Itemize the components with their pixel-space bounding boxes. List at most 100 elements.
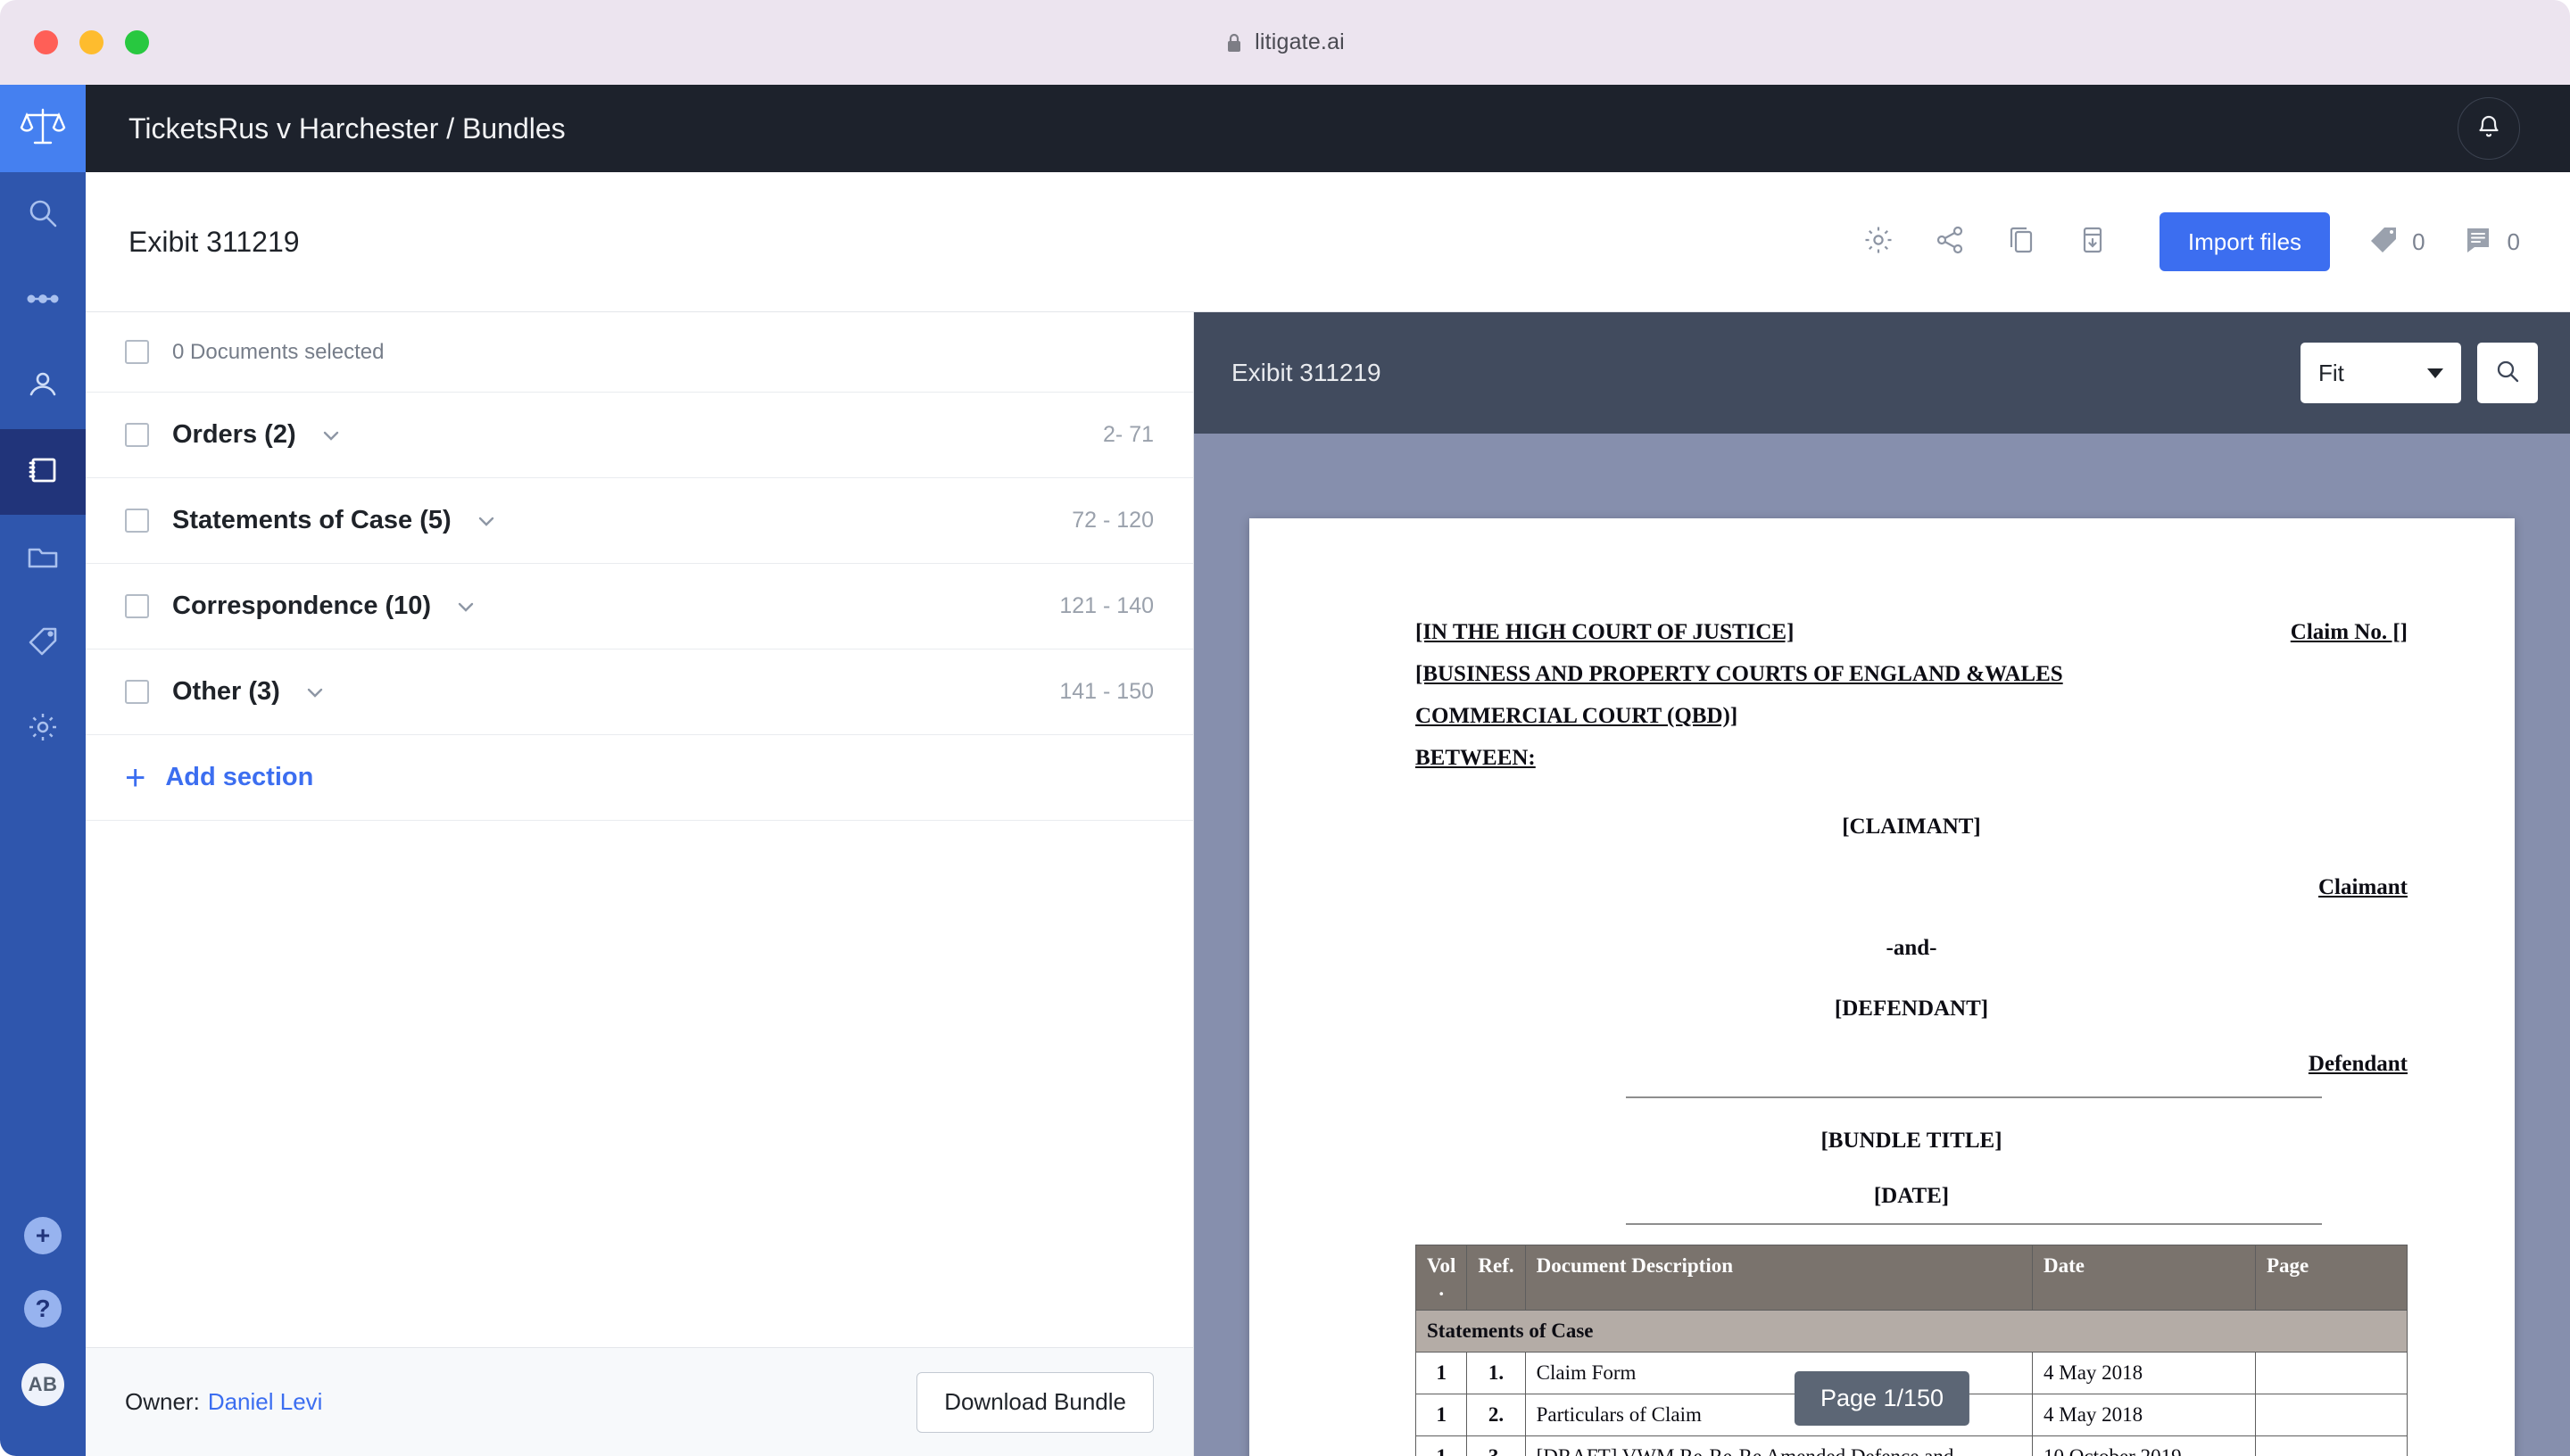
avatar[interactable]: AB xyxy=(21,1363,64,1406)
court-line-2: [BUSINESS AND PROPERTY COURTS OF ENGLAND… xyxy=(1415,662,2063,686)
add-button[interactable]: + xyxy=(24,1217,62,1254)
table-section-row: Statements of Case xyxy=(1415,1310,2408,1353)
search-icon xyxy=(25,195,61,236)
table-row[interactable]: Correspondence (10) 121 - 140 xyxy=(86,564,1193,649)
comment-icon xyxy=(2463,224,2495,261)
claimant-placeholder: [CLAIMANT] xyxy=(1842,815,1981,839)
download-bundle-button[interactable]: Download Bundle xyxy=(916,1371,1154,1433)
column-header-date: Date xyxy=(2032,1245,2256,1311)
bundle-toolbar: Exibit 311219 Import files 0 0 xyxy=(86,172,2570,312)
chevron-down-icon xyxy=(2427,368,2443,378)
archive-download-button[interactable] xyxy=(2076,223,2110,261)
cell-description: [DRAFT] VWM Re-Re-Re Amended Defence and… xyxy=(1524,1435,2034,1456)
question-mark-icon: ? xyxy=(35,1295,51,1322)
cell-date: 4 May 2018 xyxy=(2032,1352,2256,1394)
section-label: Other (3) xyxy=(172,677,280,706)
page-title: Exibit 311219 xyxy=(128,225,300,258)
table-header-row: Vol . Ref. Document Description Date Pag… xyxy=(1414,1245,2408,1311)
select-all-checkbox[interactable] xyxy=(125,340,149,364)
panel-footer: Owner: Daniel Levi Download Bundle xyxy=(86,1347,1193,1456)
selected-count-label: 0 Documents selected xyxy=(172,339,385,364)
bundle-sections-panel: 0 Documents selected Orders (2) 2- 71 St… xyxy=(86,312,1194,1456)
table-row[interactable]: Statements of Case (5) 72 - 120 xyxy=(86,478,1193,564)
tag-counter[interactable]: 0 xyxy=(2367,224,2425,261)
cell-date: 10 October 2019 xyxy=(2032,1435,2256,1456)
add-section-button[interactable]: + Add section xyxy=(86,735,1193,821)
cell-page xyxy=(2255,1394,2408,1436)
viewer-header: Exibit 311219 Fit xyxy=(1194,312,2570,434)
window-controls xyxy=(34,30,149,54)
notebook-icon xyxy=(25,452,61,492)
table-row[interactable]: Other (3) 141 - 150 xyxy=(86,649,1193,735)
notifications-button[interactable] xyxy=(2458,97,2520,160)
section-label: Statements of Case (5) xyxy=(172,506,452,534)
app-logo[interactable] xyxy=(0,85,86,172)
defendant-placeholder: [DEFENDANT] xyxy=(1834,997,1989,1021)
folder-icon xyxy=(25,538,61,578)
sidebar-item-documents[interactable] xyxy=(0,515,86,600)
share-button[interactable] xyxy=(1933,223,1967,261)
plus-icon: + xyxy=(35,1221,51,1249)
viewer-canvas[interactable]: [IN THE HIGH COURT OF JUSTICE] Claim No.… xyxy=(1194,434,2570,1456)
tag-count: 0 xyxy=(2412,228,2425,255)
close-window-button[interactable] xyxy=(34,30,58,54)
divider xyxy=(1626,1096,2322,1098)
add-section-label: Add section xyxy=(165,763,314,791)
sidebar-item-chronology[interactable] xyxy=(0,258,86,343)
viewer-search-button[interactable] xyxy=(2477,343,2538,403)
chevron-down-icon[interactable] xyxy=(475,509,498,533)
duplicate-button[interactable] xyxy=(2004,223,2038,261)
zoom-select[interactable]: Fit xyxy=(2301,343,2461,403)
column-header-ref: Ref. xyxy=(1466,1245,1526,1311)
table-row[interactable]: Orders (2) 2- 71 xyxy=(86,393,1193,478)
divider xyxy=(1626,1223,2322,1225)
cell-date: 4 May 2018 xyxy=(2032,1394,2256,1436)
section-page-range: 141 - 150 xyxy=(1059,679,1154,704)
column-header-page: Page xyxy=(2255,1245,2408,1311)
address-bar[interactable]: litigate.ai xyxy=(0,0,2570,85)
duplicate-icon xyxy=(2004,223,2038,261)
and-separator: -and- xyxy=(1886,936,1937,960)
comment-counter[interactable]: 0 xyxy=(2463,224,2520,261)
url-text: litigate.ai xyxy=(1255,29,1345,54)
chevron-down-icon[interactable] xyxy=(454,595,477,618)
sidebar-item-bundles[interactable] xyxy=(0,429,86,515)
minimize-window-button[interactable] xyxy=(79,30,104,54)
cell-ref: 1. xyxy=(1466,1352,1526,1394)
chevron-down-icon[interactable] xyxy=(319,424,343,447)
table-section-label: Statements of Case xyxy=(1415,1310,2408,1353)
bell-icon xyxy=(2475,112,2503,145)
comment-count: 0 xyxy=(2507,228,2520,255)
toolbar-actions: Import files 0 0 xyxy=(1861,212,2520,271)
cell-page xyxy=(2255,1435,2408,1456)
cell-ref: 2. xyxy=(1466,1394,1526,1436)
sidebar-item-tags[interactable] xyxy=(0,600,86,686)
plus-icon: + xyxy=(125,757,146,798)
import-files-button[interactable]: Import files xyxy=(2159,212,2331,271)
section-checkbox[interactable] xyxy=(125,680,149,704)
help-button[interactable]: ? xyxy=(24,1290,62,1328)
owner-label: Owner: xyxy=(125,1388,200,1415)
section-checkbox[interactable] xyxy=(125,509,149,533)
section-checkbox[interactable] xyxy=(125,423,149,447)
document-viewer: Exibit 311219 Fit [IN THE HIGH COURT OF … xyxy=(1194,312,2570,1456)
maximize-window-button[interactable] xyxy=(125,30,149,54)
sidebar-item-people[interactable] xyxy=(0,343,86,429)
owner-link[interactable]: Daniel Levi xyxy=(208,1388,323,1416)
claimant-role: Claimant xyxy=(2318,875,2408,899)
select-all-bar: 0 Documents selected xyxy=(86,312,1193,393)
section-checkbox[interactable] xyxy=(125,594,149,618)
rail-item-list xyxy=(0,172,86,772)
sidebar-item-search[interactable] xyxy=(0,172,86,258)
zoom-value: Fit xyxy=(2318,359,2344,386)
section-label: Correspondence (10) xyxy=(172,592,432,620)
share-icon xyxy=(1933,223,1967,261)
page-indicator-badge: Page 1/150 xyxy=(1794,1371,1970,1426)
sidebar-item-settings[interactable] xyxy=(0,686,86,772)
column-header-description: Document Description xyxy=(1524,1245,2034,1311)
tag-icon xyxy=(2367,224,2400,261)
chevron-down-icon[interactable] xyxy=(303,681,327,704)
cell-vol: 1 xyxy=(1414,1394,1468,1436)
bundle-settings-button[interactable] xyxy=(1861,223,1895,261)
cell-page xyxy=(2255,1352,2408,1394)
